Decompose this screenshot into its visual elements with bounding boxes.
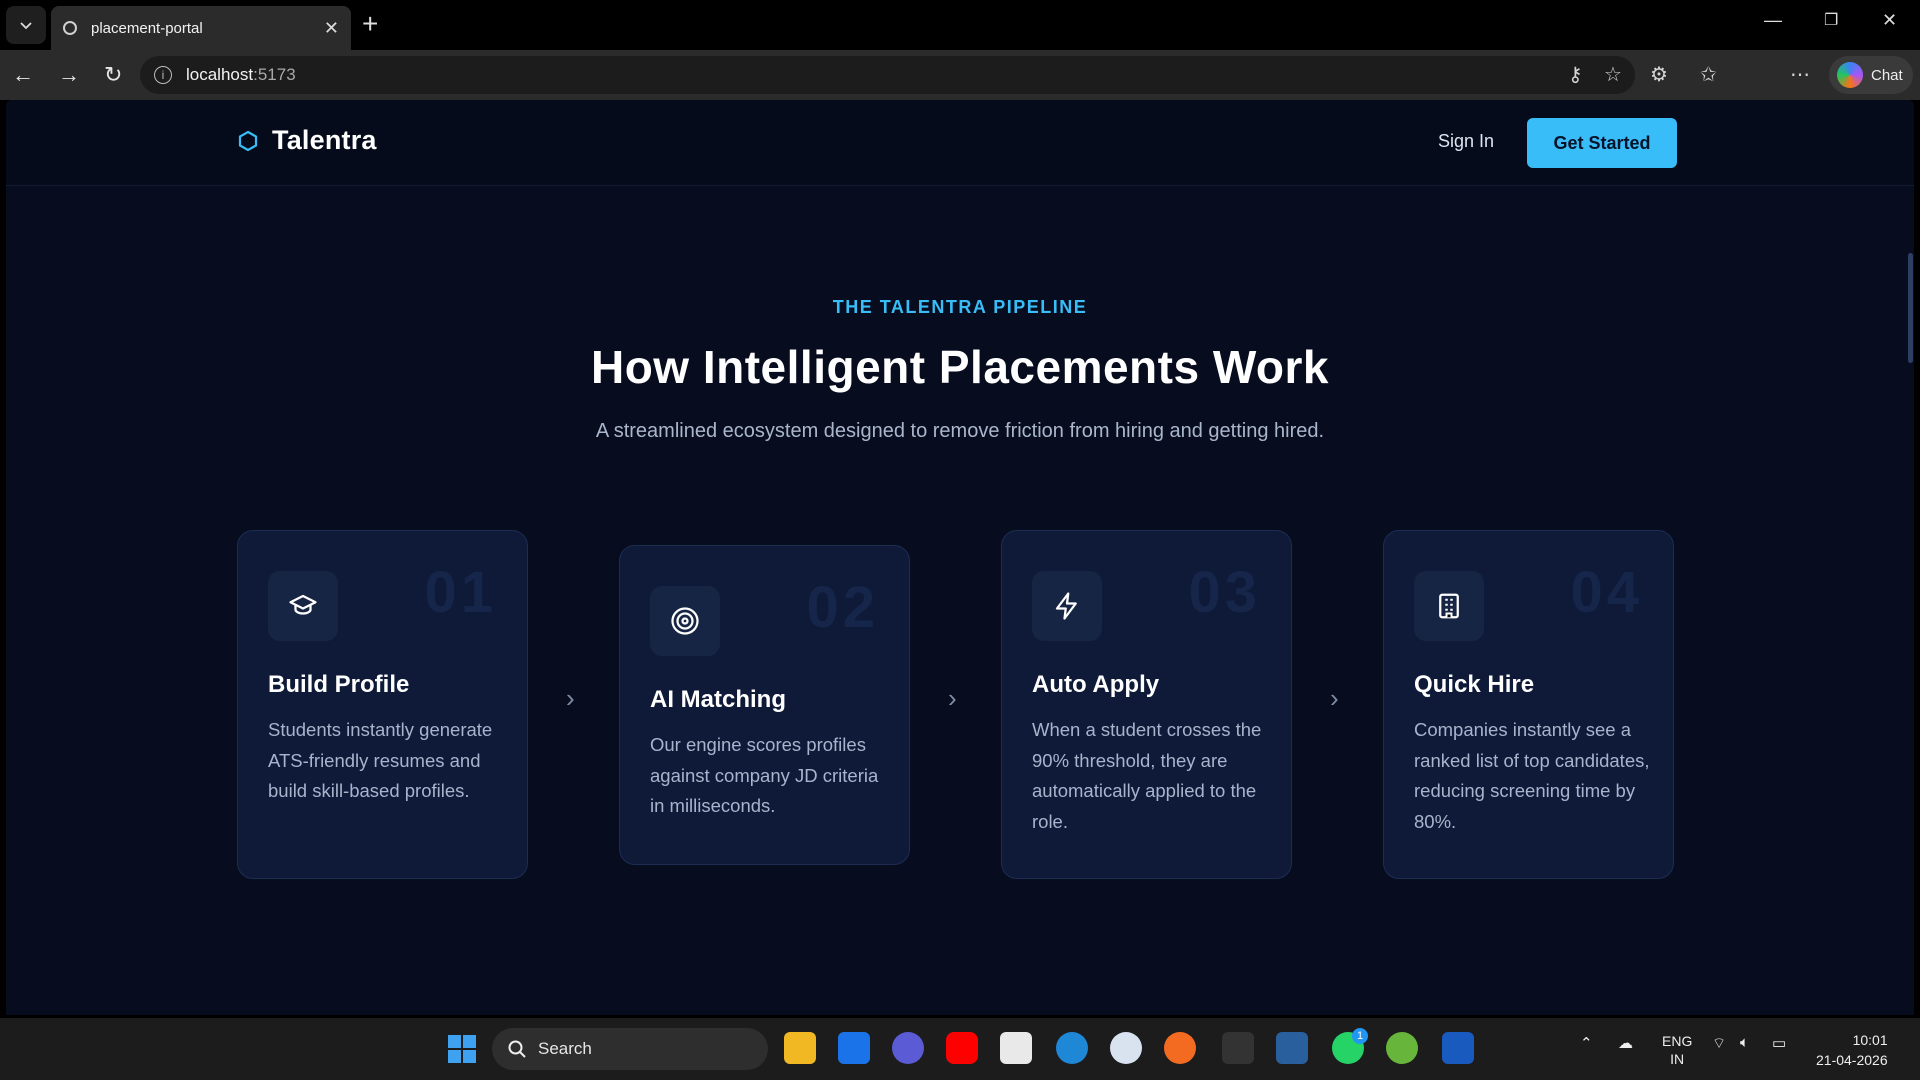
hexagon-logo-icon [238,130,258,151]
brand-logo[interactable]: Talentra [238,125,377,156]
onedrive-cloud-icon[interactable]: ☁ [1618,1034,1633,1052]
step-number: 02 [806,575,879,640]
step-card-ai-matching: 02 AI Matching Our engine scores profile… [619,545,910,865]
word-icon[interactable] [1442,1032,1474,1064]
step-title: Auto Apply [1032,671,1160,698]
reload-icon[interactable]: ↻ [104,62,122,88]
clock-date: 21-04-2026 [1816,1052,1888,1068]
search-label: Search [538,1039,592,1058]
wifi-icon[interactable]: ⌔ [1712,1034,1726,1053]
terminal-icon[interactable] [1222,1032,1254,1064]
copilot-icon [1837,62,1863,88]
chat-label: Chat [1871,66,1903,84]
step-description: Companies instantly see a ranked list of… [1414,719,1650,832]
app-icon[interactable] [1164,1032,1196,1064]
microsoft-store-icon[interactable] [1000,1032,1032,1064]
step-number: 04 [1570,560,1643,625]
chevron-right-icon: › [566,683,575,713]
url-port: :5173 [253,65,296,84]
tab-title: placement-portal [91,19,203,37]
favorites-list-icon[interactable]: ✩ [1700,62,1717,87]
chevron-right-icon: › [1330,683,1339,713]
file-explorer-icon[interactable] [784,1032,816,1064]
app-icon[interactable] [892,1032,924,1064]
building-icon [1439,593,1459,619]
edge-browser-icon[interactable] [1056,1032,1088,1064]
site-info-icon[interactable]: i [154,66,172,84]
step-description: Our engine scores profiles against compa… [650,734,879,816]
extensions-icon[interactable]: ⚙ [1650,62,1668,87]
section-title: How Intelligent Placements Work [590,341,1330,393]
step-title: Build Profile [268,671,410,698]
site-header: Talentra Sign In Get Started [6,100,1914,186]
step-card-auto-apply: 03 Auto Apply When a student crosses the… [1001,530,1292,879]
window-close-icon[interactable]: ✕ [1882,10,1897,31]
windows-start-icon[interactable] [448,1035,476,1063]
more-menu-icon[interactable]: ⋯ [1790,62,1810,87]
app-icon[interactable] [838,1032,870,1064]
key-icon[interactable]: ⚷ [1568,62,1583,87]
step-card-quick-hire: 04 Quick Hire Companies instantly see a … [1383,530,1674,879]
step-title: AI Matching [650,686,786,713]
battery-icon[interactable]: ▭ [1772,1034,1786,1052]
back-arrow-icon[interactable]: ← [12,62,34,88]
url-host: localhost [186,65,254,84]
app-icon[interactable] [1276,1032,1308,1064]
step-title: Quick Hire [1414,671,1535,698]
target-icon [671,607,699,635]
system-clock[interactable]: 10:01 21-04-2026 [1816,1030,1888,1070]
app-icon[interactable] [1110,1032,1142,1064]
sign-in-link[interactable]: Sign In [1438,131,1494,152]
brand-name: Talentra [272,125,377,155]
close-tab-icon[interactable]: ✕ [324,18,339,39]
show-hidden-icons-chevron-icon[interactable]: ⌃ [1580,1034,1593,1052]
restore-icon[interactable]: ❐ [1824,10,1838,30]
new-tab-button[interactable]: + [362,10,378,38]
copilot-chat-button[interactable]: Chat [1829,56,1913,94]
browser-tab[interactable]: placement-portal ✕ [51,6,351,50]
clock-time: 10:01 [1852,1032,1888,1048]
youtube-icon[interactable] [946,1032,978,1064]
search-icon [508,1040,526,1058]
step-card-build-profile: 01 Build Profile Students instantly gene… [237,530,528,879]
step-description: Students instantly generate ATS-friendly… [268,719,493,801]
notification-badge: 1 [1352,1028,1368,1044]
section-eyebrow: THE TALENTRA PIPELINE [832,297,1088,317]
page-viewport: Talentra Sign In Get Started THE TALENTR… [6,100,1914,1015]
app-icon[interactable] [1386,1032,1418,1064]
step-description: When a student crosses the 90% threshold… [1032,719,1262,832]
favorite-star-icon[interactable]: ☆ [1604,62,1622,87]
browser-tabbar: placement-portal ✕ + — ❐ ✕ [0,0,1920,50]
volume-icon[interactable]: 🔈︎ [1740,1034,1749,1051]
graduation-cap-icon [289,594,317,615]
chevron-down-icon [20,22,32,30]
step-number: 03 [1188,560,1261,625]
lightning-icon [1055,592,1077,620]
chevron-right-icon: › [948,683,957,713]
address-bar-row: ← → ↻ i localhost:5173 ⚷ ☆ ⚙ ✩ ⋯ [0,50,1920,138]
taskbar-search[interactable]: Search [492,1028,768,1070]
url-field[interactable]: i localhost:5173 [140,56,1635,94]
minimize-icon[interactable]: — [1764,10,1782,31]
get-started-button[interactable]: Get Started [1527,118,1677,168]
page-favicon-icon [63,21,77,35]
tab-list-button[interactable] [6,6,46,44]
step-number: 01 [424,560,497,625]
language-indicator[interactable]: ENG IN [1662,1032,1692,1068]
forward-arrow-icon[interactable]: → [58,62,80,88]
page-scrollbar[interactable] [1908,253,1913,363]
section-subtitle: A streamlined ecosystem designed to remo… [595,420,1325,442]
windows-taskbar: Search 1 ⌃ ☁ ENG IN ⌔ 🔈︎ ▭ 10:01 21-04-2… [0,1018,1920,1080]
